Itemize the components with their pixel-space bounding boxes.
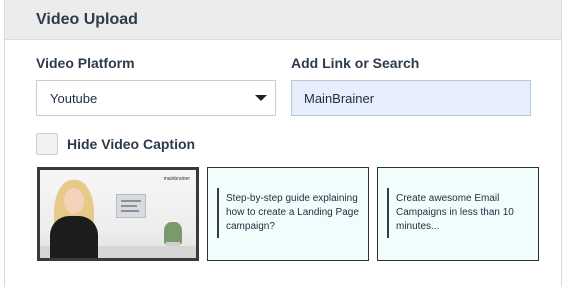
thumbnail-logo: mainbrainer (163, 176, 190, 182)
video-card-text: Create awesome Email Campaigns in less t… (396, 193, 514, 232)
video-platform-value: Youtube (50, 90, 98, 106)
card-accent-bar (217, 188, 219, 238)
video-card-text: Step-by-step guide explaining how to cre… (226, 193, 359, 232)
screen-line (121, 210, 139, 212)
screen-line (121, 200, 141, 202)
panel-header: Video Upload (5, 0, 561, 40)
link-search-input[interactable] (291, 80, 531, 116)
card-accent-bar (387, 188, 389, 238)
presenter-body (50, 216, 98, 258)
hide-caption-label: Hide Video Caption (67, 136, 196, 152)
video-card[interactable]: Create awesome Email Campaigns in less t… (377, 167, 539, 261)
presenter-face (64, 188, 84, 214)
screen-line (121, 205, 137, 207)
video-thumbnail[interactable]: mainbrainer (37, 167, 199, 261)
thumbnail-screen (116, 194, 146, 218)
add-link-label: Add Link or Search (291, 55, 420, 71)
video-upload-panel: Video Upload Video Platform Add Link or … (4, 0, 562, 287)
video-platform-select[interactable]: Youtube (36, 80, 276, 116)
video-platform-label: Video Platform (36, 55, 135, 71)
plant-icon (164, 222, 182, 244)
hide-caption-checkbox[interactable] (36, 133, 58, 155)
caret-down-icon (255, 95, 267, 101)
video-card[interactable]: Step-by-step guide explaining how to cre… (207, 167, 369, 261)
panel-title: Video Upload (36, 11, 138, 28)
